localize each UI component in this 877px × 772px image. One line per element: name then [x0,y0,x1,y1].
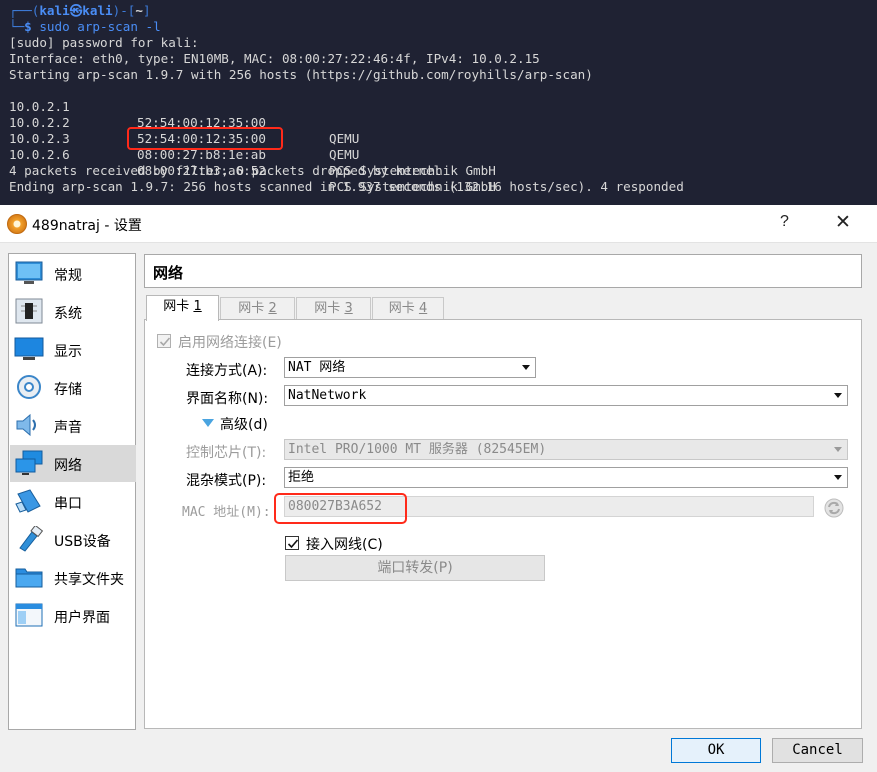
sidebar-item-network[interactable]: 网络 [10,445,136,482]
sidebar-item-user-interface[interactable]: 用户界面 [10,597,136,634]
cable-connected-checkbox[interactable] [285,536,299,550]
sidebar-item-audio[interactable]: 声音 [10,407,136,444]
sidebar-item-shared-folders[interactable]: 共享文件夹 [10,559,136,596]
title-bar: 489natraj - 设置 ? ✕ [0,205,877,243]
settings-dialog: 489natraj - 设置 ? ✕ 常规 系统 显示 存储 声音 网络 串口 … [0,205,877,772]
host-row: 10.0.2.6 08:00:27:b3:a6:52 PCS Systemtec… [9,147,496,194]
promiscuous-mode-select[interactable]: 拒绝 [284,467,848,488]
sidebar-item-general[interactable]: 常规 [10,255,136,292]
command-text: sudo arp-scan -l [39,19,161,34]
chevron-down-icon [522,365,530,370]
tab-adapter-1[interactable]: 网卡 1 [146,295,219,321]
output-line: Starting arp-scan 1.9.7 with 256 hosts (… [9,67,593,82]
help-button[interactable]: ? [780,213,789,231]
window-title: 489natraj - 设置 [32,218,142,234]
sidebar-item-display[interactable]: 显示 [10,331,136,368]
sidebar-item-storage[interactable]: 存储 [10,369,136,406]
network-name-select[interactable]: NatNetwork [284,385,848,406]
cancel-button[interactable]: Cancel [772,738,863,763]
usb-icon [19,526,44,552]
settings-sidebar: 常规 系统 显示 存储 声音 网络 串口 USB设备 共享文件夹 用户界面 [8,253,136,730]
tab-adapter-2[interactable]: 网卡 2 [220,297,295,320]
enable-adapter-checkbox[interactable] [157,334,171,348]
tab-adapter-3[interactable]: 网卡 3 [296,297,371,320]
output-line: Interface: eth0, type: EN10MB, MAC: 08:0… [9,51,540,66]
chevron-down-icon [834,475,842,480]
general-icon [15,261,43,284]
host-row: 10.0.2.2 52:54:00:12:35:00 QEMU [9,115,360,162]
output-line: Ending arp-scan 1.9.7: 256 hosts scanned… [9,179,684,194]
ok-button[interactable]: OK [671,738,761,763]
network-icon [15,450,43,475]
host-row: 10.0.2.1 52:54:00:12:35:00 QEMU [9,99,360,146]
user-interface-icon [15,603,43,627]
shared-folder-icon [15,568,43,588]
virtualbox-icon [7,214,27,234]
output-line: [sudo] password for kali: [9,35,199,50]
host-row: 10.0.2.3 08:00:27:b8:1e:ab PCS Systemtec… [9,131,496,178]
close-button[interactable]: ✕ [835,211,851,234]
section-header: 网络 [144,254,862,288]
tab-adapter-4[interactable]: 网卡 4 [372,297,444,320]
storage-icon [17,375,41,399]
chevron-down-icon [834,393,842,398]
section-title: 网络 [153,264,184,282]
prompt-line: ┌──(kali㉿kali)-[~] [9,3,151,18]
terminal-window: ┌──(kali㉿kali)-[~] └─$ sudo arp-scan -l … [0,0,877,205]
expand-triangle-icon[interactable] [202,419,214,427]
system-icon [15,298,43,324]
output-line: 4 packets received by filter, 0 packets … [9,163,442,178]
audio-icon [16,413,36,437]
sidebar-item-usb[interactable]: USB设备 [10,521,136,558]
display-icon [14,337,44,360]
serial-port-icon [15,489,41,513]
sidebar-item-system[interactable]: 系统 [10,293,136,330]
terminal-mac-highlight [127,127,283,150]
adapter-panel [144,319,862,729]
sidebar-item-serial-port[interactable]: 串口 [10,483,136,520]
command-line: └─$ sudo arp-scan -l [9,19,161,34]
attached-to-select[interactable]: NAT 网络 [284,357,536,378]
